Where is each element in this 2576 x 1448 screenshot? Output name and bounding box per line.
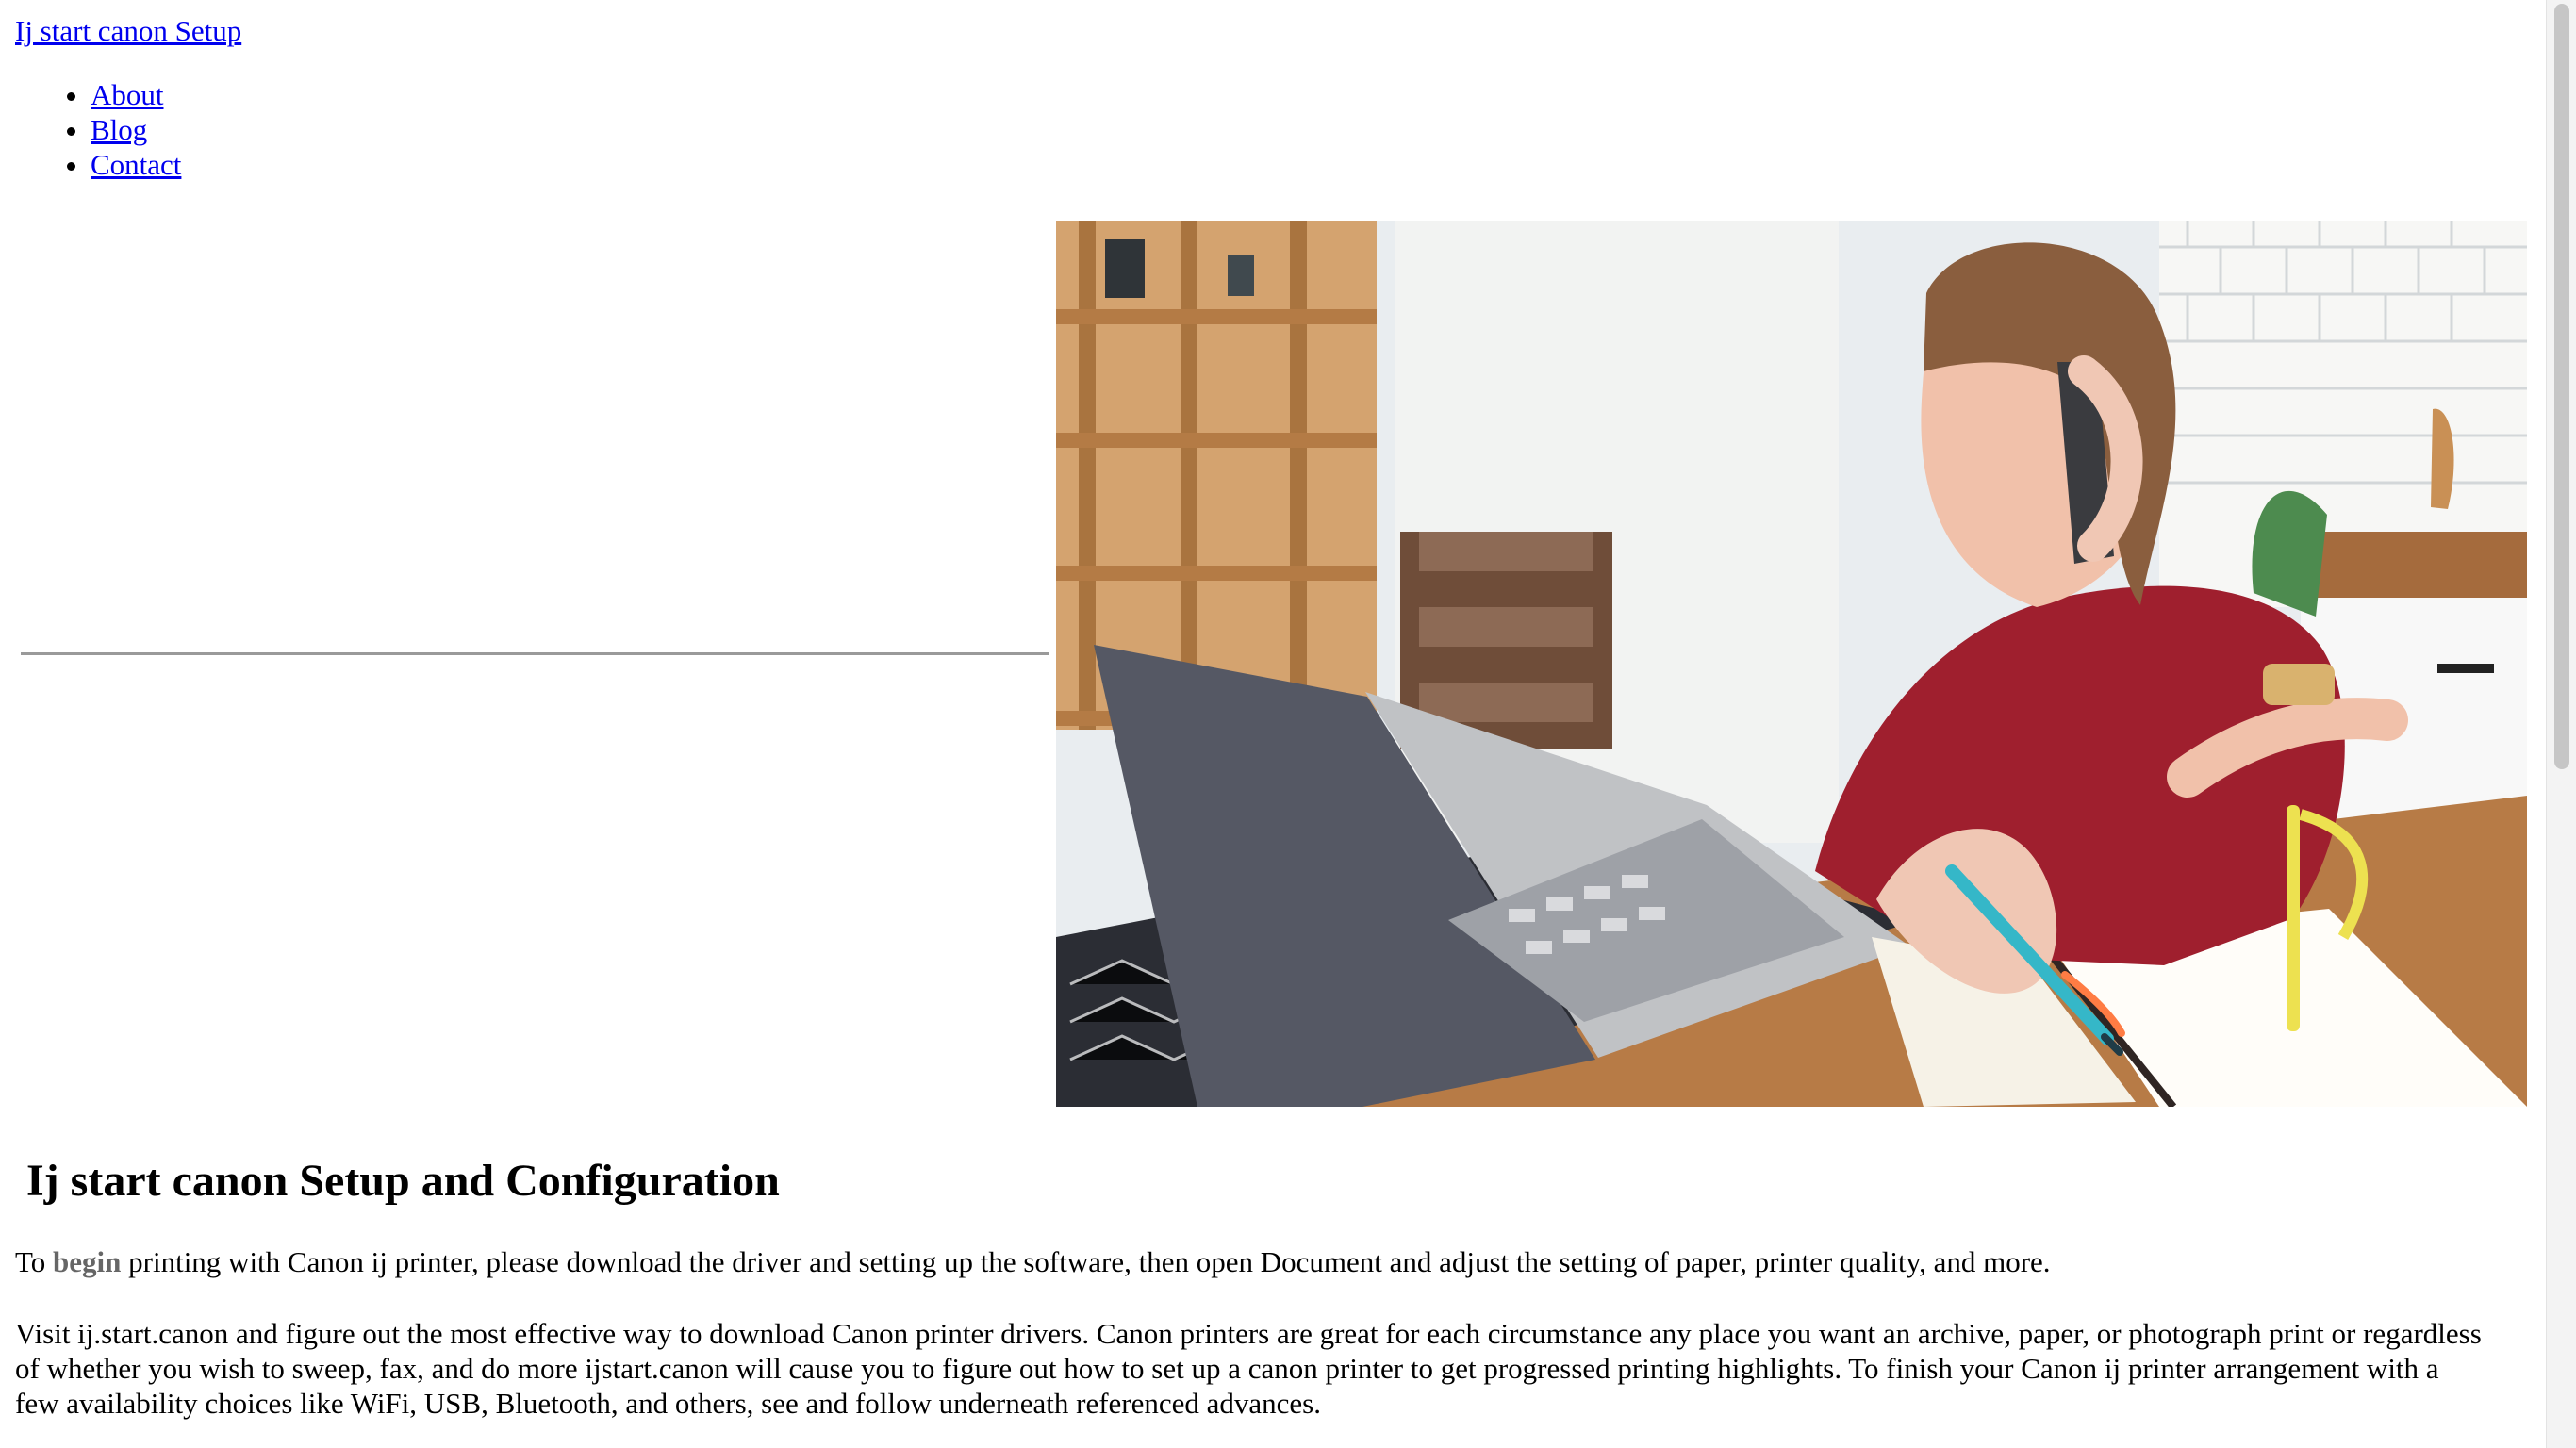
nav-link-about[interactable]: About [91,78,164,111]
setup-description-paragraph: Visit ij.start.canon and figure out the … [15,1317,2482,1420]
nav-item-about: About [91,77,181,112]
hero-photo-illustration [1056,221,2527,1107]
nav-item-blog: Blog [91,112,181,147]
nav-link-blog[interactable]: Blog [91,113,147,146]
nav-item-contact: Contact [91,147,181,182]
nav-link-contact[interactable]: Contact [91,148,181,181]
scrollbar-thumb[interactable] [2554,4,2569,769]
vertical-scrollbar[interactable] [2546,0,2576,1448]
horizontal-divider [21,652,1049,655]
web-page: Ij start canon Setup About Blog Contact [0,0,2546,1448]
intro-paragraph: To begin printing with Canon ij printer,… [15,1244,2514,1279]
site-title-link[interactable]: Ij start canon Setup [15,13,241,49]
intro-emphasis-begin: begin [53,1245,122,1278]
main-navigation: About Blog Contact [0,77,181,182]
page-title: Ij start canon Setup and Configuration [26,1156,780,1206]
intro-text-start: To [15,1245,54,1278]
intro-text-end: printing with Canon ij printer, please d… [121,1245,2051,1278]
hero-image [1056,221,2527,1107]
